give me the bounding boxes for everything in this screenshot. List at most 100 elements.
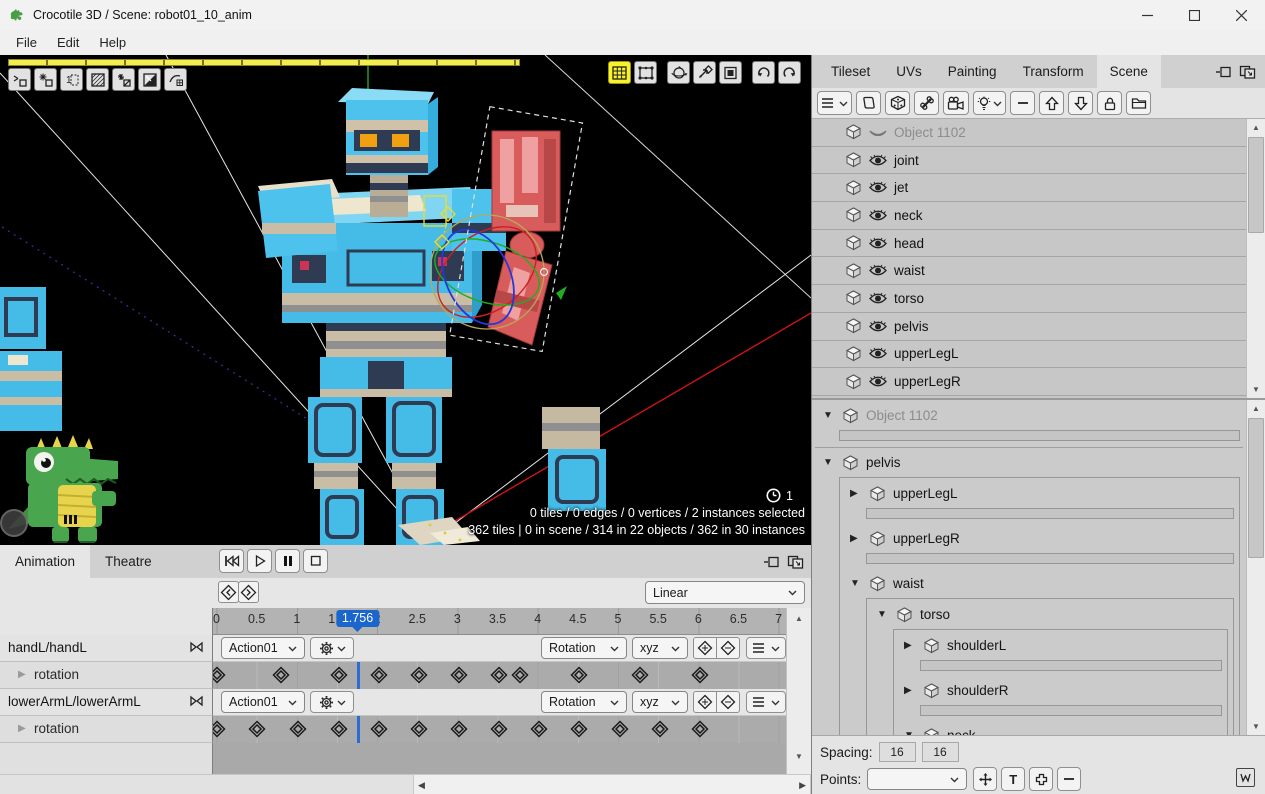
tab-tileset[interactable]: Tileset: [818, 55, 883, 88]
scroll-down-icon[interactable]: ▼: [1247, 718, 1265, 735]
move-button[interactable]: [693, 61, 716, 84]
chevron-collapsed-icon[interactable]: ▶: [904, 640, 916, 651]
chevron-collapsed-icon[interactable]: ▶: [18, 669, 26, 680]
keyframe-icon[interactable]: [570, 720, 588, 738]
light-button[interactable]: [973, 91, 1006, 115]
lock-button[interactable]: [1097, 91, 1122, 115]
keyframe-icon[interactable]: [330, 720, 348, 738]
skip-start-button[interactable]: [219, 549, 244, 573]
glow-tile-button[interactable]: [34, 68, 57, 91]
pin-icon[interactable]: [189, 641, 204, 653]
camera-button[interactable]: [943, 91, 969, 115]
dock-icon[interactable]: [1213, 62, 1232, 81]
scene-object-row[interactable]: joint: [812, 147, 1246, 175]
redo-button[interactable]: [778, 61, 801, 84]
tab-transform[interactable]: Transform: [1010, 55, 1097, 88]
spray-tile-button[interactable]: [112, 68, 135, 91]
eye-open-icon[interactable]: [869, 347, 887, 360]
scene-object-row[interactable]: waist: [812, 257, 1246, 285]
chevron-expanded-icon[interactable]: ▼: [850, 578, 862, 589]
tree-node-neck[interactable]: ▼ neck: [896, 722, 1225, 735]
keyframe-lane[interactable]: [213, 662, 786, 689]
tab-uvs[interactable]: UVs: [883, 55, 935, 88]
folder-button[interactable]: [1126, 91, 1151, 115]
points-move-button[interactable]: [973, 767, 997, 791]
pattern-tile-button[interactable]: [86, 68, 109, 91]
menu-button[interactable]: [817, 91, 852, 115]
property-select[interactable]: Rotation: [541, 637, 627, 659]
scene-object-row[interactable]: pelvis: [812, 313, 1246, 341]
dock-icon[interactable]: [761, 552, 780, 571]
cut-tile-button[interactable]: [8, 68, 31, 91]
keyframe-icon[interactable]: [410, 720, 428, 738]
stamp-tile-button[interactable]: 1: [60, 68, 83, 91]
minimize-button[interactable]: [1124, 0, 1171, 30]
axes-select[interactable]: xyz: [632, 637, 688, 659]
scroll-right-icon[interactable]: ▶: [799, 780, 806, 791]
prev-key-button[interactable]: [218, 581, 239, 603]
stop-button[interactable]: [303, 549, 328, 573]
chevron-collapsed-icon[interactable]: ▶: [850, 488, 862, 499]
playhead-time-badge[interactable]: 1.756: [336, 610, 379, 627]
track-header[interactable]: lowerArmL/lowerArmL: [0, 689, 213, 716]
playhead-line[interactable]: [357, 662, 360, 689]
menu-help[interactable]: Help: [89, 32, 136, 53]
scene-object-row[interactable]: jet: [812, 174, 1246, 202]
scene-object-row[interactable]: torso: [812, 285, 1246, 313]
tab-painting[interactable]: Painting: [935, 55, 1010, 88]
points-select[interactable]: [867, 768, 967, 790]
keyframe-icon[interactable]: [272, 666, 290, 684]
keyframe-icon[interactable]: [213, 666, 226, 684]
popout-icon[interactable]: [1238, 62, 1257, 81]
keyframe-icon[interactable]: [410, 666, 428, 684]
chevron-expanded-icon[interactable]: ▼: [823, 457, 835, 468]
tree-node-waist[interactable]: ▼ waist: [842, 570, 1237, 597]
eye-open-icon[interactable]: [869, 264, 887, 277]
eye-open-icon[interactable]: [869, 375, 887, 388]
scroll-left-icon[interactable]: ◀: [418, 780, 425, 791]
remove-keyframe-button[interactable]: [716, 637, 740, 659]
action-settings-button[interactable]: [310, 637, 354, 659]
scroll-up-icon[interactable]: ▲: [1247, 400, 1265, 417]
remove-keyframe-button[interactable]: [716, 691, 740, 713]
points-add-button[interactable]: [1029, 767, 1053, 791]
tree-node-upperlegr[interactable]: ▶ upperLegR: [842, 525, 1237, 552]
channel-row[interactable]: ▶ rotation: [0, 662, 213, 689]
grid-snap-button[interactable]: [608, 61, 631, 84]
shade-tile-button[interactable]: [138, 68, 161, 91]
add-keyframe-button[interactable]: [693, 691, 717, 713]
scene-object-row[interactable]: neck: [812, 202, 1246, 230]
arrow-up-button[interactable]: [1039, 91, 1064, 115]
scroll-down-icon[interactable]: ▼: [790, 748, 808, 765]
bone-button[interactable]: [914, 91, 939, 115]
maximize-button[interactable]: [1171, 0, 1218, 30]
wrap-icon[interactable]: [1236, 768, 1255, 787]
scene-object-row[interactable]: head: [812, 230, 1246, 258]
object-list-scrollbar[interactable]: ▲ ▼: [1246, 119, 1265, 398]
playhead-line[interactable]: [357, 716, 360, 743]
track-header[interactable]: handL/handL: [0, 635, 213, 662]
chevron-collapsed-icon[interactable]: ▶: [904, 685, 916, 696]
keyframe-icon[interactable]: [530, 720, 548, 738]
spacing-x-input[interactable]: 16: [879, 742, 916, 762]
tab-theatre[interactable]: Theatre: [90, 545, 167, 578]
scroll-down-icon[interactable]: ▼: [1247, 381, 1265, 398]
action-settings-button[interactable]: [310, 691, 354, 713]
keyframe-icon[interactable]: [370, 720, 388, 738]
cube-button[interactable]: [885, 91, 910, 115]
plane-button[interactable]: [856, 91, 881, 115]
close-button[interactable]: [1218, 0, 1265, 30]
keyframe-icon[interactable]: [611, 720, 629, 738]
add-keyframe-button[interactable]: [693, 637, 717, 659]
chevron-expanded-icon[interactable]: ▼: [877, 609, 889, 620]
tab-scene[interactable]: Scene: [1097, 55, 1161, 88]
eye-open-icon[interactable]: [869, 320, 887, 333]
tree-node-upperlegl[interactable]: ▶ upperLegL: [842, 480, 1237, 507]
timeline-hscrollbar[interactable]: ◀▶: [413, 774, 811, 794]
property-select[interactable]: Rotation: [541, 691, 627, 713]
keyframe-icon[interactable]: [631, 666, 649, 684]
channel-row[interactable]: ▶ rotation: [0, 716, 213, 743]
square-button[interactable]: [719, 61, 742, 84]
action-select[interactable]: Action01: [221, 637, 305, 659]
points-text-button[interactable]: T: [1001, 767, 1025, 791]
